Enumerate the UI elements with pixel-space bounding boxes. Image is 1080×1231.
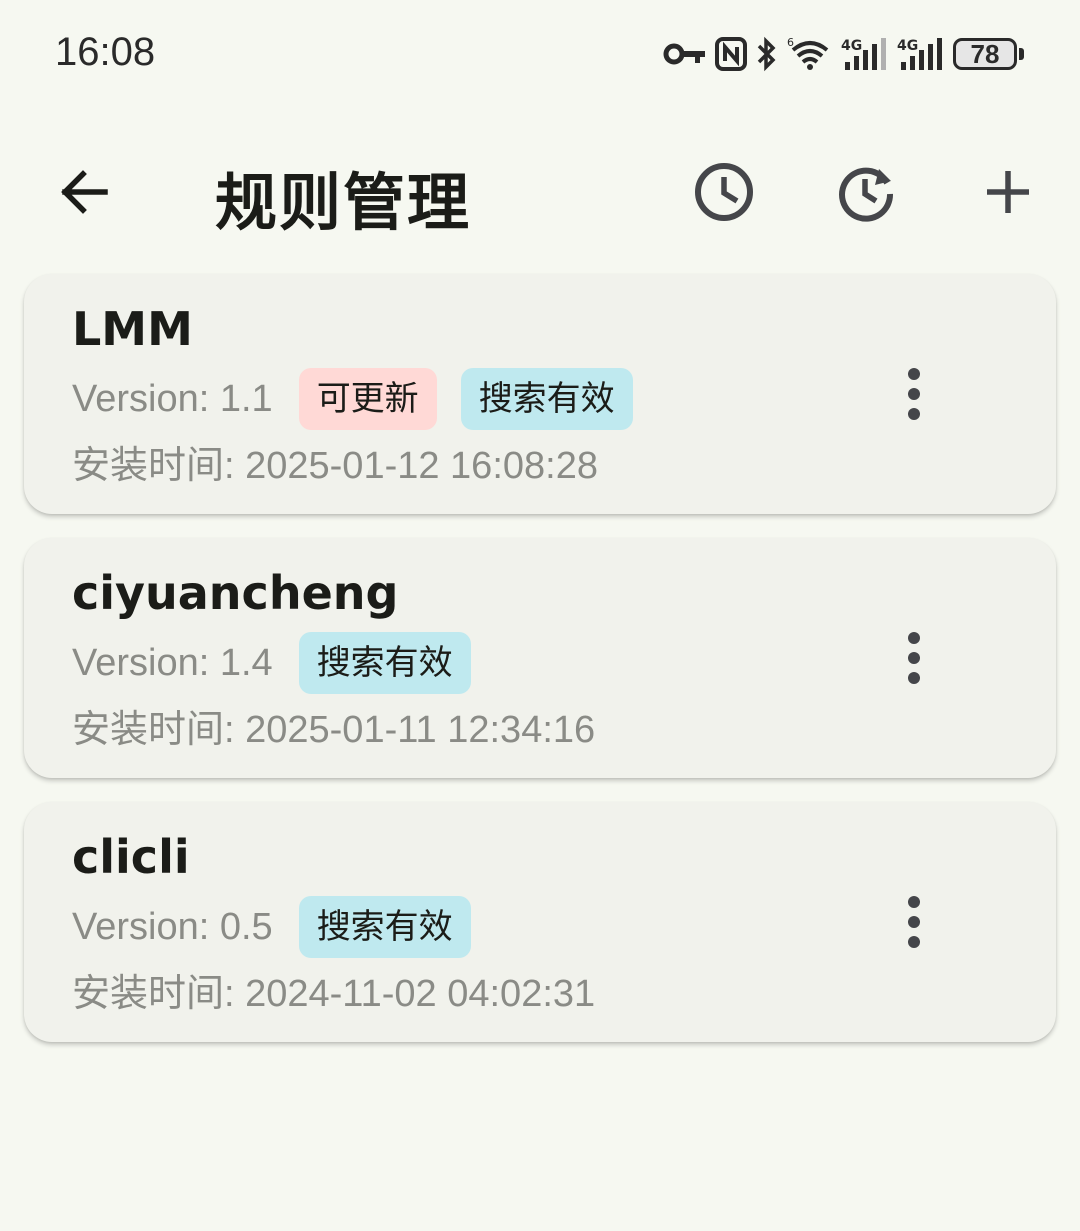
battery-icon: 78	[953, 38, 1024, 70]
install-time: 安装时间: 2025-01-12 16:08:28	[72, 445, 598, 487]
bluetooth-icon	[755, 36, 779, 72]
svg-text:6: 6	[787, 36, 794, 49]
page-title: 规则管理	[215, 166, 472, 239]
rule-card-lmm[interactable]: LMM Version: 1.1 可更新 搜索有效 安装时间: 2025-01-…	[24, 274, 1056, 514]
battery-level: 78	[953, 38, 1017, 70]
rule-card-clicli[interactable]: clicli Version: 0.5 搜索有效 安装时间: 2024-11-0…	[24, 802, 1056, 1042]
rule-card-ciyuancheng[interactable]: ciyuancheng Version: 1.4 搜索有效 安装时间: 2025…	[24, 538, 1056, 778]
signal-4g-icon: 4G	[841, 36, 889, 72]
more-options-icon[interactable]	[894, 362, 934, 426]
rule-name: ciyuancheng	[72, 566, 399, 620]
more-options-icon[interactable]	[894, 890, 934, 954]
svg-text:4G: 4G	[897, 38, 918, 54]
status-icons: 6 4G 4G 78	[663, 34, 1024, 74]
search-enabled-badge: 搜索有效	[298, 632, 471, 694]
rule-name: clicli	[72, 830, 190, 884]
rule-name: LMM	[72, 302, 193, 356]
rule-version: Version: 1.1	[72, 377, 273, 420]
update-available-badge: 可更新	[298, 368, 437, 430]
app-bar: 规则管理	[0, 140, 1080, 240]
status-time: 16:08	[55, 30, 156, 74]
update-icon[interactable]	[834, 160, 898, 224]
svg-text:4G: 4G	[841, 38, 862, 54]
back-arrow-icon[interactable]	[52, 160, 116, 224]
nfc-icon	[715, 37, 747, 71]
add-icon[interactable]	[976, 160, 1040, 224]
install-time: 安装时间: 2025-01-11 12:34:16	[72, 709, 596, 751]
rule-version: Version: 1.4	[72, 641, 273, 684]
rule-version: Version: 0.5	[72, 905, 273, 948]
signal-4g-icon: 4G	[897, 36, 945, 72]
search-enabled-badge: 搜索有效	[460, 368, 633, 430]
wifi-icon: 6	[787, 36, 833, 72]
key-icon	[663, 39, 707, 69]
history-icon[interactable]	[692, 160, 756, 224]
status-bar: 16:08 6 4G 4G 78	[0, 0, 1080, 110]
install-time: 安装时间: 2024-11-02 04:02:31	[72, 973, 596, 1015]
more-options-icon[interactable]	[894, 626, 934, 690]
search-enabled-badge: 搜索有效	[298, 896, 471, 958]
